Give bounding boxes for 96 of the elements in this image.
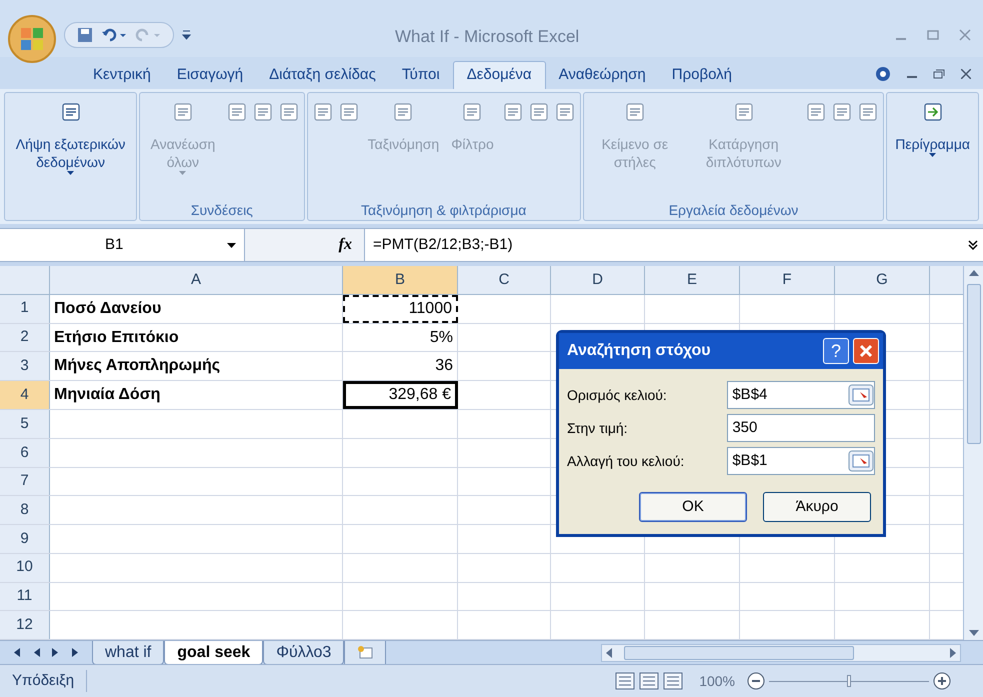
ribbon-tab[interactable]: Διάταξη σελίδας (256, 61, 389, 89)
scroll-thumb[interactable] (624, 646, 854, 660)
column-header[interactable]: C (458, 266, 551, 294)
row-header[interactable]: 9 (0, 525, 50, 553)
arrow-left-icon[interactable] (606, 648, 612, 658)
arrow-left-icon[interactable] (12, 648, 20, 657)
ribbon-tab[interactable]: Τύποι (388, 61, 453, 89)
ribbon-tab[interactable]: Κεντρική (80, 61, 164, 89)
sheet-tab[interactable]: Φύλλο3 (263, 640, 344, 664)
insert-function-button[interactable]: fx (338, 233, 352, 257)
caret-icon (67, 171, 74, 175)
table-cell: Ποσό Δανείου (50, 294, 343, 323)
row-header[interactable]: 7 (0, 468, 50, 496)
ribbon-tab[interactable]: Αναθεώρηση (546, 61, 659, 89)
close-button[interactable] (853, 338, 879, 364)
dialog-title: Αναζήτηση στόχου (567, 341, 712, 361)
row-header[interactable]: 5 (0, 410, 50, 438)
zoom-level[interactable]: 100% (699, 670, 735, 692)
ribbon-tab[interactable]: Δεδομένα (452, 61, 546, 89)
caret-icon (227, 242, 236, 248)
restore-icon[interactable] (933, 69, 945, 79)
maximize-icon[interactable] (927, 28, 939, 40)
expand-icon[interactable] (967, 239, 979, 251)
sheet-tab[interactable]: what if (92, 640, 164, 664)
row-header[interactable]: 12 (0, 611, 50, 640)
column-header[interactable]: F (740, 266, 835, 294)
logo-icon (20, 26, 44, 50)
group-label: Συνδέσεις (190, 201, 254, 220)
sheet-tab[interactable]: goal seek (164, 640, 264, 664)
column-header[interactable]: D (551, 266, 645, 294)
row-header[interactable]: 1 (0, 294, 50, 323)
table-cell: Μηνιαία Δόση (50, 381, 343, 410)
row-header[interactable]: 10 (0, 554, 50, 582)
dialog-button[interactable]: OK (639, 492, 747, 522)
close-icon[interactable] (959, 28, 971, 40)
zoom-in-icon[interactable] (933, 672, 951, 690)
ribbon-tab[interactable]: Προβολή (658, 61, 745, 89)
range-picker-icon[interactable] (848, 384, 874, 406)
row-header[interactable]: 4 (0, 381, 50, 410)
new-sheet-icon (357, 645, 374, 659)
row-header[interactable]: 2 (0, 324, 50, 352)
column-header[interactable]: B (343, 266, 458, 294)
page-layout-icon[interactable] (639, 672, 660, 690)
arrow-up-icon[interactable] (968, 270, 978, 276)
save-icon[interactable] (77, 26, 93, 42)
arrow-right-icon[interactable] (52, 648, 60, 657)
column-header[interactable]: E (645, 266, 740, 294)
close-icon[interactable] (961, 69, 971, 79)
field-label: Ορισμός κελιού: (567, 386, 668, 405)
zoom-out-icon[interactable] (747, 672, 765, 690)
arrow-left-icon[interactable] (32, 648, 40, 657)
range-picker-icon[interactable] (848, 450, 874, 472)
group-label: Εργαλεία δεδομένων (668, 201, 800, 220)
ribbon-button[interactable]: Περίγραμμα (891, 97, 974, 157)
status-text: Υπόδειξη (0, 670, 88, 692)
table-cell: Μήνες Αποπληρωμής (50, 352, 343, 380)
customize-icon[interactable] (182, 30, 191, 40)
table-cell: 329,68 € (343, 381, 458, 410)
undo-icon[interactable] (101, 26, 127, 42)
column-header[interactable]: G (835, 266, 930, 294)
arrow-right-icon[interactable] (950, 648, 956, 658)
row-header[interactable]: 3 (0, 352, 50, 380)
normal-view-icon[interactable] (615, 672, 636, 690)
slider-thumb[interactable] (847, 675, 851, 687)
input-field[interactable]: $B$1 (727, 447, 875, 475)
help-button[interactable]: ? (823, 338, 849, 364)
close-icon (859, 344, 873, 358)
table-cell: 5% (343, 324, 458, 352)
office-button[interactable] (8, 14, 56, 62)
arrow-right-icon[interactable] (72, 648, 80, 657)
caret-icon (179, 171, 186, 175)
input-field[interactable]: 350 (727, 414, 875, 442)
dialog-button[interactable]: Άκυρο (763, 492, 871, 522)
ribbon-tab[interactable]: Εισαγωγή (164, 61, 256, 89)
row-header[interactable]: 6 (0, 438, 50, 467)
insert-sheet-button[interactable] (344, 640, 386, 664)
horizontal-scrollbar[interactable] (601, 644, 961, 662)
field-label: Στην τιμή: (567, 418, 629, 438)
formula-text[interactable]: =PMT(B2/12;B3;-B1) (365, 234, 967, 256)
field-label: Αλλαγή του κελιού: (567, 452, 686, 471)
zoom-slider[interactable] (769, 674, 929, 688)
caret-icon (929, 153, 936, 157)
ribbon-button[interactable]: Λήψη εξωτερικών δεδομένων (9, 97, 132, 175)
table-cell: 36 (343, 352, 458, 380)
window-title: What If - Microsoft Excel (395, 26, 580, 48)
row-header[interactable]: 8 (0, 496, 50, 524)
vertical-scrollbar[interactable] (963, 266, 983, 640)
redo-icon[interactable] (135, 26, 161, 42)
table-cell: Ετήσιο Επιτόκιο (50, 324, 343, 352)
group-label: Ταξινόμηση & φιλτράρισμα (360, 201, 528, 220)
table-cell: 11000 (343, 294, 458, 323)
input-field[interactable]: $B$4 (727, 381, 875, 409)
page-break-icon[interactable] (663, 672, 684, 690)
arrow-down-icon[interactable] (968, 630, 978, 636)
scroll-thumb[interactable] (966, 284, 980, 444)
row-header[interactable]: 11 (0, 582, 50, 610)
